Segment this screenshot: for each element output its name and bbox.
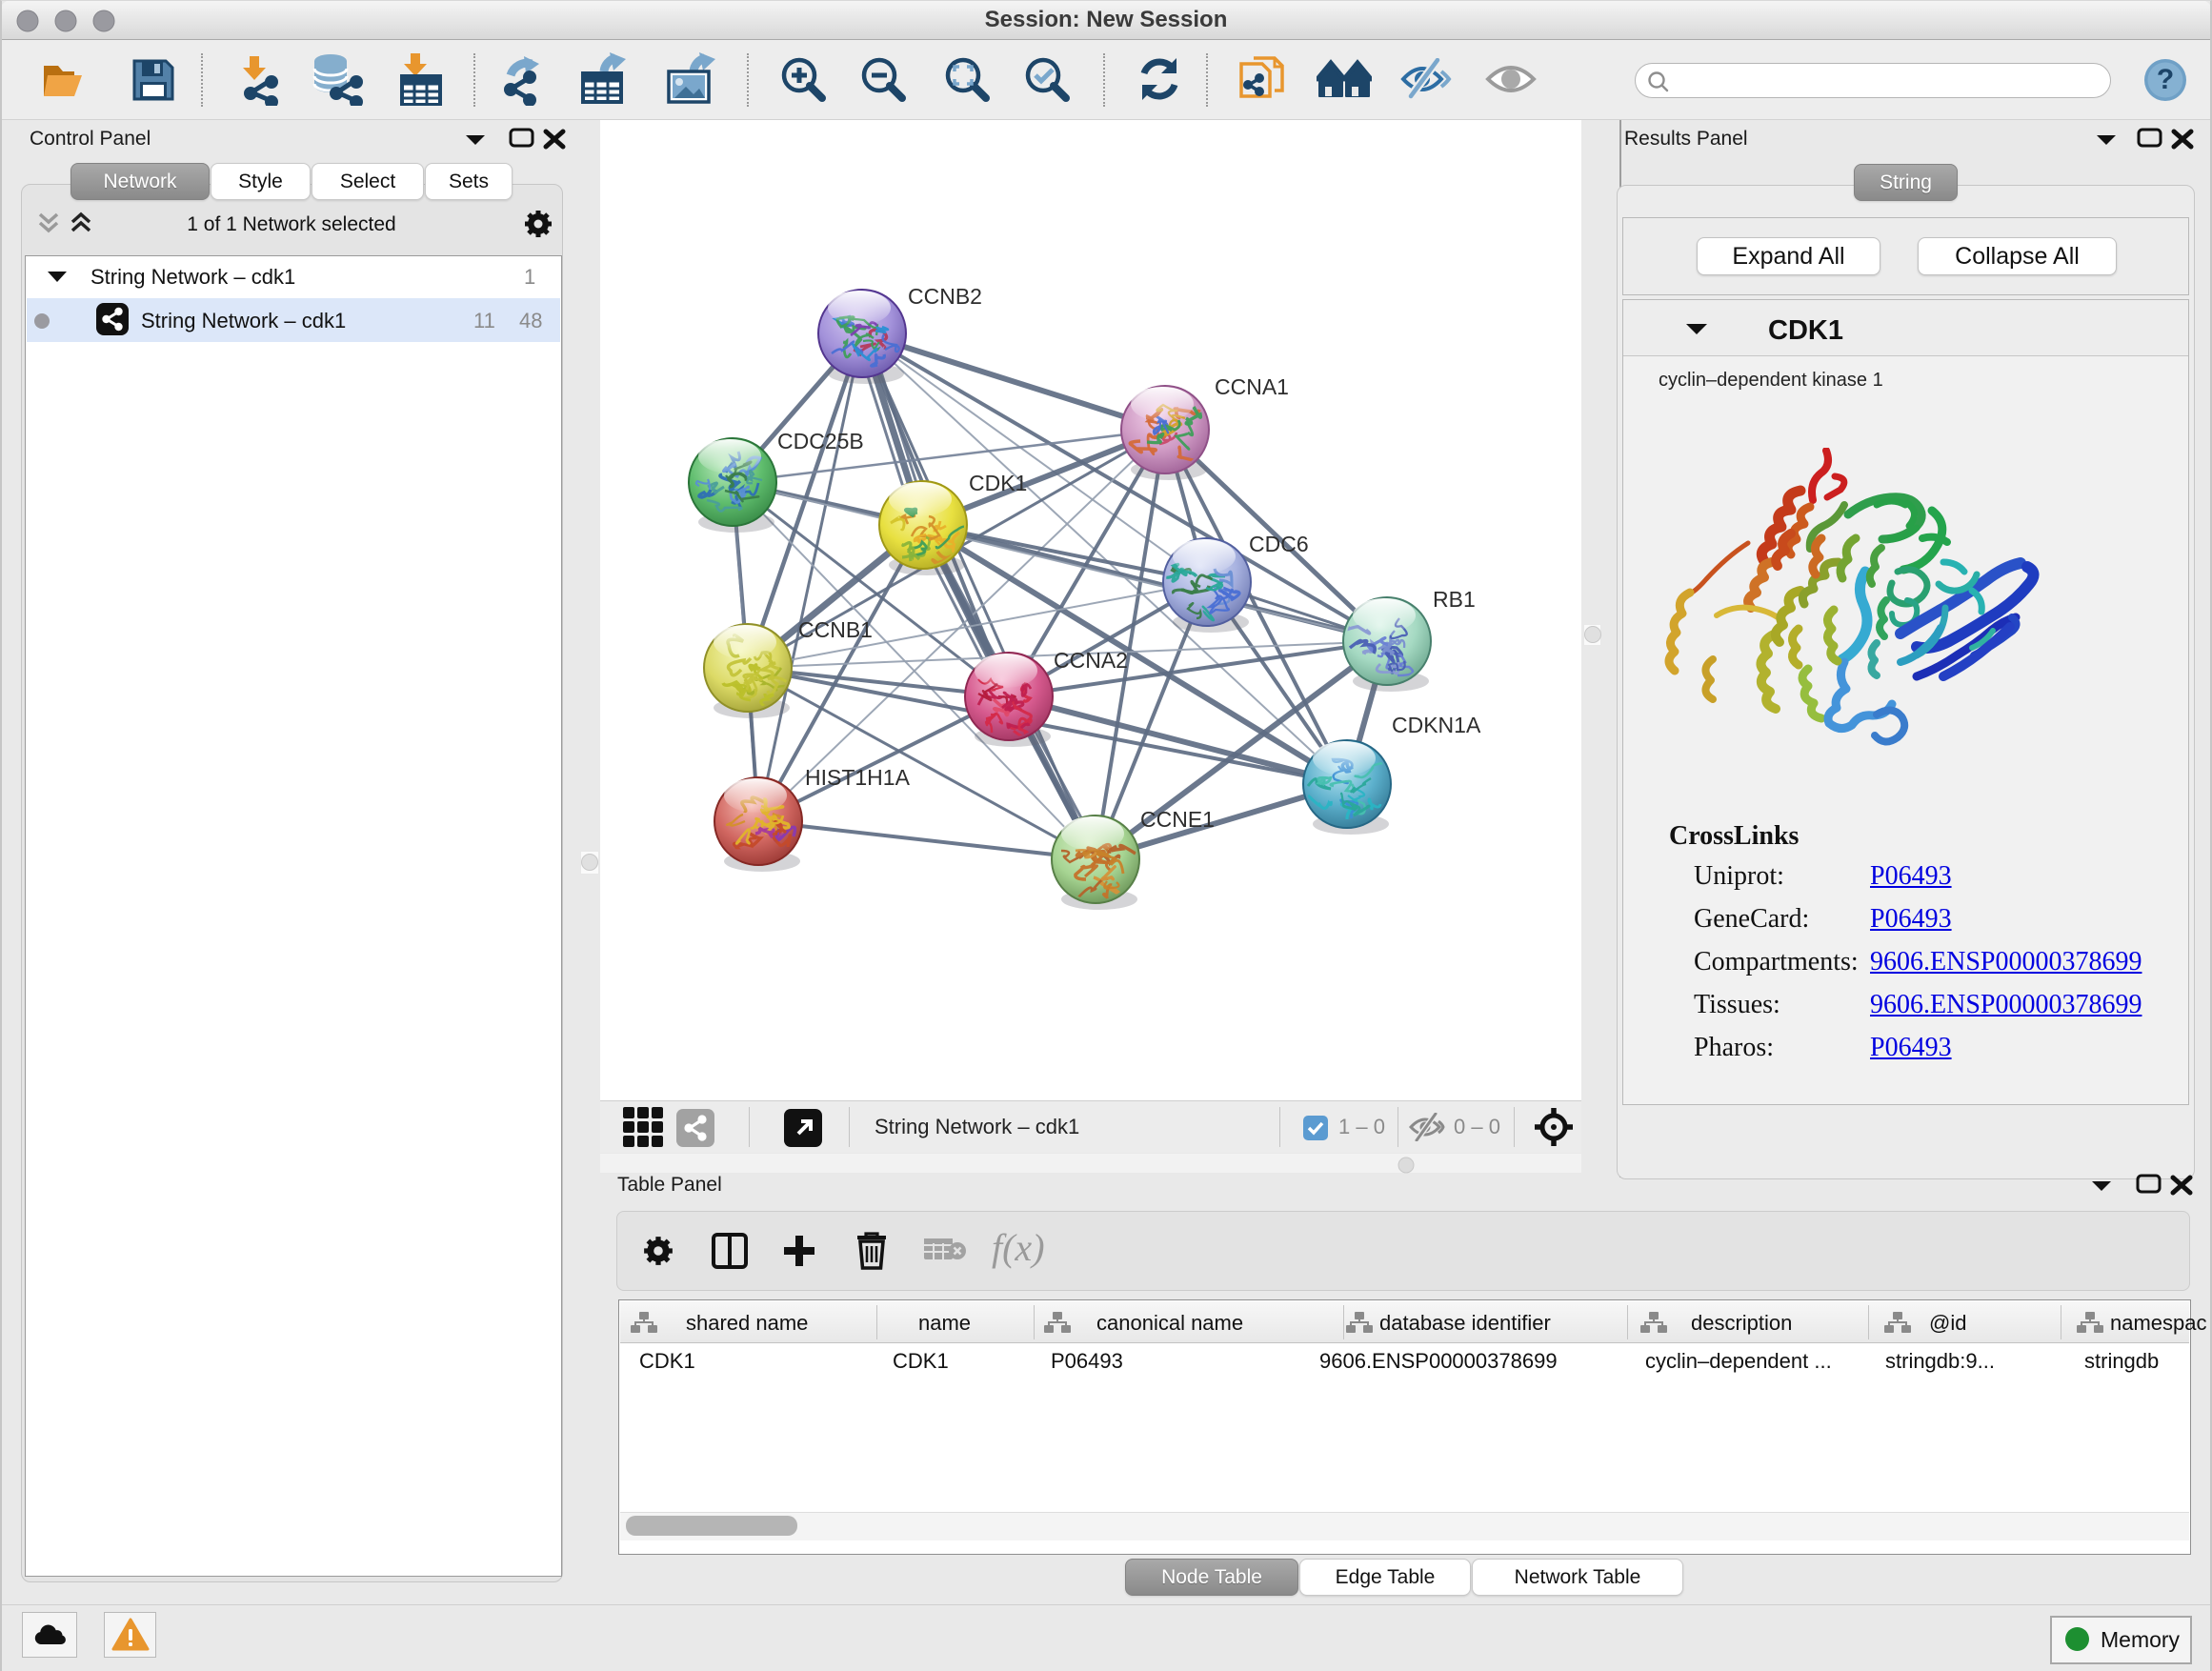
svg-text:CCNA2: CCNA2 [1054, 648, 1128, 673]
svg-text:CDKN1A: CDKN1A [1392, 713, 1481, 737]
svg-text:CCNB1: CCNB1 [798, 617, 873, 642]
svg-text:CDK1: CDK1 [969, 471, 1027, 495]
svg-text:CCNB2: CCNB2 [908, 284, 982, 309]
svg-text:CCNE1: CCNE1 [1140, 807, 1215, 832]
svg-text:CCNA1: CCNA1 [1215, 374, 1289, 399]
svg-text:HIST1H1A: HIST1H1A [805, 765, 911, 790]
svg-text:RB1: RB1 [1433, 587, 1476, 612]
svg-text:CDC6: CDC6 [1249, 532, 1309, 556]
svg-text:CDC25B: CDC25B [777, 429, 864, 453]
svg-text:?: ? [2157, 64, 2174, 95]
